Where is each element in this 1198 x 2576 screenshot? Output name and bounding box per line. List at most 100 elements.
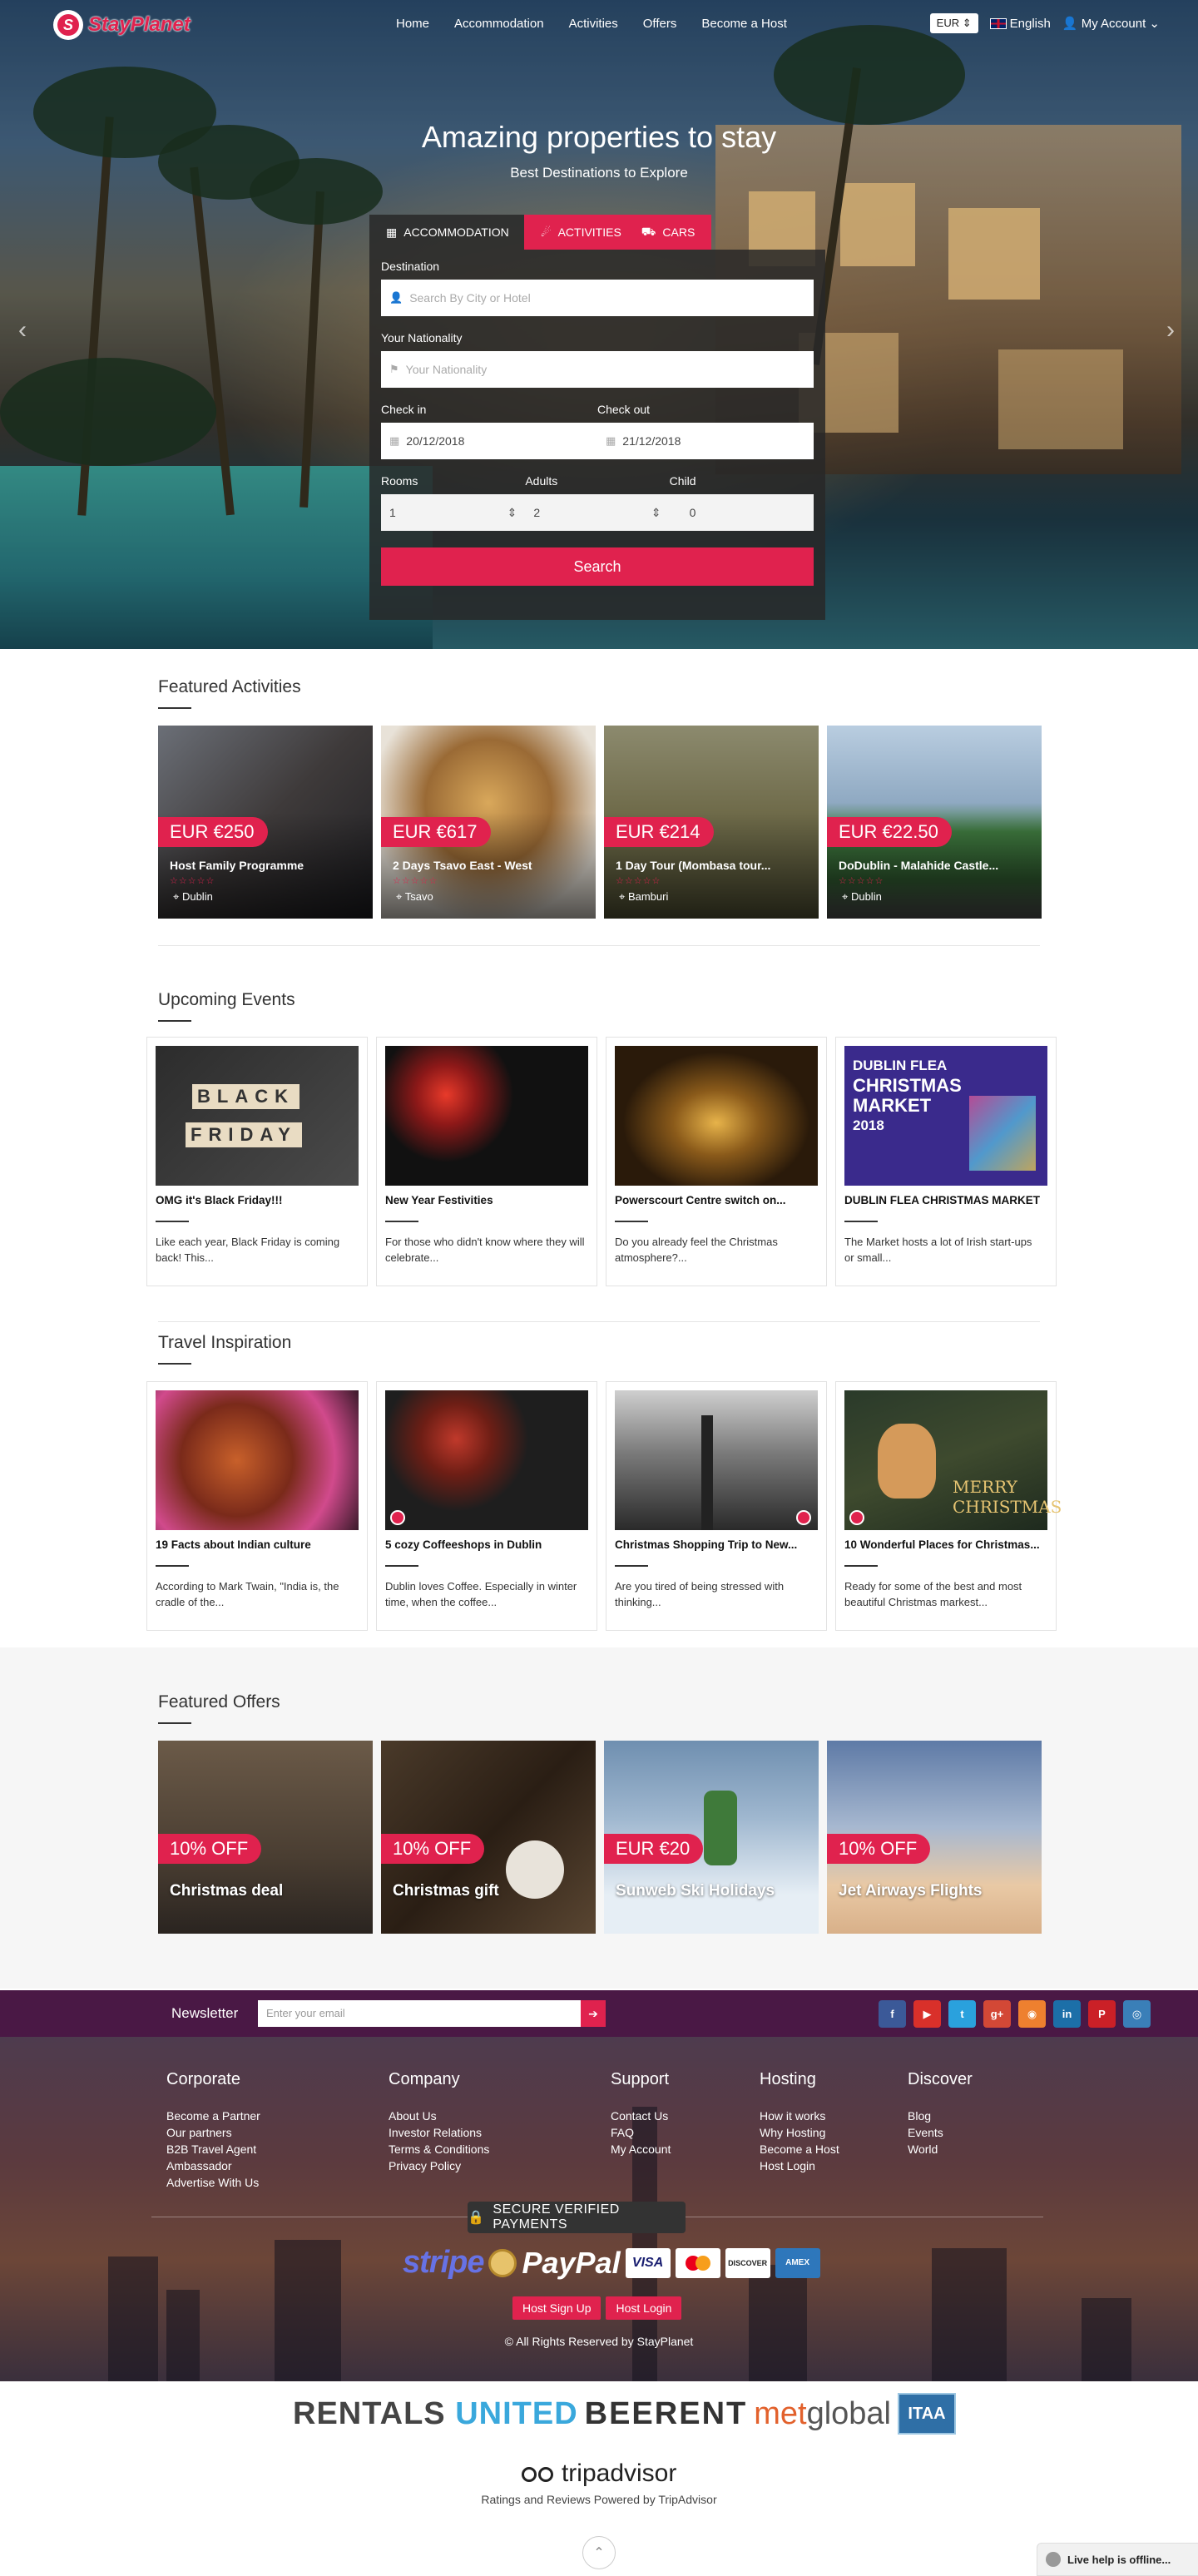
- nav-home[interactable]: Home: [396, 17, 429, 31]
- uk-flag-icon: [989, 18, 1007, 30]
- footer-link[interactable]: Ambassador: [166, 2157, 260, 2174]
- footer-link[interactable]: Terms & Conditions: [389, 2141, 489, 2157]
- logo-text: StayPlanet: [88, 13, 191, 36]
- footer-col-title: Hosting: [760, 2070, 816, 2088]
- footer-link[interactable]: World: [908, 2141, 973, 2157]
- footer-link[interactable]: Contact Us: [611, 2108, 671, 2124]
- footer-link[interactable]: My Account: [611, 2141, 671, 2157]
- checkin-input[interactable]: ▦ 20/12/2018: [381, 423, 597, 459]
- inspiration-excerpt: According to Mark Twain, "India is, the …: [156, 1580, 339, 1608]
- inspiration-title: Christmas Shopping Trip to New...: [615, 1538, 798, 1551]
- chat-avatar-icon: [1046, 2552, 1061, 2567]
- activity-card[interactable]: EUR €250 Host Family Programme ☆☆☆☆☆ ⌖ D…: [158, 726, 373, 919]
- linkedin-icon[interactable]: in: [1053, 2000, 1081, 2028]
- nav-become-host[interactable]: Become a Host: [701, 17, 787, 31]
- tab-activities[interactable]: ☄ ACTIVITIES: [524, 215, 638, 250]
- lock-icon: 🔒: [468, 2211, 485, 2225]
- nav-accommodation[interactable]: Accommodation: [454, 17, 544, 31]
- footer-link[interactable]: Advertise With Us: [166, 2174, 260, 2191]
- inspiration-title: 10 Wonderful Places for Christmas...: [844, 1538, 1040, 1551]
- offer-card[interactable]: EUR €20 Sunweb Ski Holidays: [604, 1741, 819, 1934]
- slider-prev-icon[interactable]: ‹: [18, 316, 27, 344]
- footer-link[interactable]: Why Hosting: [760, 2124, 839, 2141]
- activity-card[interactable]: EUR €22.50 DoDublin - Malahide Castle...…: [827, 726, 1042, 919]
- footer-link[interactable]: About Us: [389, 2108, 489, 2124]
- pinterest-icon[interactable]: P: [1088, 2000, 1116, 2028]
- footer-link[interactable]: B2B Travel Agent: [166, 2141, 260, 2157]
- activity-card[interactable]: EUR €617 2 Days Tsavo East - West ☆☆☆☆☆ …: [381, 726, 596, 919]
- event-card[interactable]: New Year Festivities For those who didn'…: [376, 1037, 597, 1286]
- activity-card[interactable]: EUR €214 1 Day Tour (Mombasa tour... ☆☆☆…: [604, 726, 819, 919]
- nationality-input[interactable]: ⚑ Your Nationality: [381, 351, 814, 388]
- youtube-icon[interactable]: ▶: [913, 2000, 941, 2028]
- activity-location: ⌖ Bamburi: [619, 890, 668, 904]
- site-logo[interactable]: S StayPlanet: [53, 10, 191, 40]
- offer-name: Christmas gift: [393, 1882, 499, 1900]
- footer-col-title: Corporate: [166, 2070, 240, 2088]
- beerent-logo[interactable]: BEERENT: [585, 2396, 748, 2432]
- title-underline: [844, 1565, 878, 1567]
- offer-tag: 10% OFF: [158, 1834, 262, 1864]
- footer-link[interactable]: Investor Relations: [389, 2124, 489, 2141]
- newsletter-submit-button[interactable]: ➔: [581, 2000, 606, 2027]
- guests-row: Rooms 1 ⇕ Adults 2 ⇕ Child 0: [381, 474, 814, 546]
- account-label: My Account: [1081, 17, 1146, 31]
- nav-offers[interactable]: Offers: [643, 17, 677, 31]
- flag-icon: ⚑: [389, 363, 399, 375]
- tripadvisor-logo[interactable]: tripadvisor: [0, 2460, 1198, 2488]
- footer-link[interactable]: Become a Partner: [166, 2108, 260, 2124]
- itaa-logo[interactable]: ITAA: [898, 2393, 956, 2435]
- activity-location: ⌖ Tsavo: [396, 890, 433, 904]
- adults-select[interactable]: 2 ⇕: [525, 494, 670, 531]
- live-chat-widget[interactable]: Live help is offline...: [1037, 2543, 1198, 2576]
- metglobal-logo[interactable]: metglobal: [754, 2396, 891, 2432]
- slider-next-icon[interactable]: ›: [1166, 316, 1175, 344]
- footer-col-title: Company: [389, 2070, 460, 2088]
- search-button[interactable]: Search: [381, 547, 814, 586]
- inspiration-card[interactable]: MERRY CHRISTMAS 10 Wonderful Places for …: [835, 1381, 1062, 1631]
- logo-text: UNITED: [455, 2395, 578, 2431]
- offer-card[interactable]: 10% OFF Christmas gift: [381, 1741, 596, 1934]
- footer-link[interactable]: How it works: [760, 2108, 839, 2124]
- googleplus-icon[interactable]: g+: [983, 2000, 1011, 2028]
- inspiration-card[interactable]: 19 Facts about Indian culture According …: [146, 1381, 368, 1631]
- scroll-top-button[interactable]: ⌃: [582, 2536, 616, 2569]
- tab-cars[interactable]: ⛟ CARS: [637, 215, 712, 250]
- rooms-select[interactable]: 1 ⇕: [381, 494, 526, 531]
- currency-select[interactable]: EUR ⇕: [929, 13, 978, 33]
- nav-activities[interactable]: Activities: [569, 17, 618, 31]
- tab-accommodation[interactable]: ▦ ACCOMMODATION: [369, 215, 524, 250]
- facebook-icon[interactable]: f: [879, 2000, 906, 2028]
- checkout-input[interactable]: ▦ 21/12/2018: [597, 423, 814, 459]
- language-select[interactable]: English: [989, 17, 1051, 31]
- destination-input[interactable]: 👤 Search By City or Hotel: [381, 280, 814, 316]
- footer-link[interactable]: Host Login: [760, 2157, 839, 2174]
- car-icon: ⛟: [641, 224, 656, 238]
- inspiration-title: 5 cozy Coffeeshops in Dublin: [385, 1538, 542, 1551]
- footer-link[interactable]: Become a Host: [760, 2141, 839, 2157]
- footer-link[interactable]: Our partners: [166, 2124, 260, 2141]
- child-select[interactable]: 0: [669, 494, 814, 531]
- host-signup-button[interactable]: Host Sign Up: [512, 2296, 601, 2320]
- offer-card[interactable]: 10% OFF Christmas deal: [158, 1741, 373, 1934]
- poster-year: 2018: [853, 1117, 884, 1133]
- account-menu[interactable]: 👤 My Account ⌄: [1062, 16, 1160, 31]
- event-card[interactable]: Powerscourt Centre switch on... Do you a…: [606, 1037, 827, 1286]
- newsletter-email-input[interactable]: Enter your email: [258, 2000, 581, 2027]
- footer-link[interactable]: Privacy Policy: [389, 2157, 489, 2174]
- event-card[interactable]: DUBLIN FLEA CHRISTMAS MARKET 2018 DUBLIN…: [835, 1037, 1057, 1286]
- rss-icon[interactable]: ◉: [1018, 2000, 1046, 2028]
- footer-link[interactable]: FAQ: [611, 2124, 671, 2141]
- inspiration-card[interactable]: Christmas Shopping Trip to New... Are yo…: [606, 1381, 827, 1631]
- rentals-united-logo[interactable]: RENTALS UNITED: [293, 2396, 578, 2432]
- footer-link[interactable]: Blog: [908, 2108, 973, 2124]
- instagram-icon[interactable]: ◎: [1123, 2000, 1151, 2028]
- title-underline: [615, 1565, 648, 1567]
- featured-activities-title: Featured Activities: [158, 677, 301, 696]
- footer-link[interactable]: Events: [908, 2124, 973, 2141]
- event-card[interactable]: BLACK FRIDAY OMG it's Black Friday!!! Li…: [146, 1037, 368, 1286]
- twitter-icon[interactable]: t: [948, 2000, 976, 2028]
- host-login-button[interactable]: Host Login: [606, 2296, 682, 2320]
- offer-card[interactable]: 10% OFF Jet Airways Flights: [827, 1741, 1042, 1934]
- inspiration-card[interactable]: 5 cozy Coffeeshops in Dublin Dublin love…: [376, 1381, 597, 1631]
